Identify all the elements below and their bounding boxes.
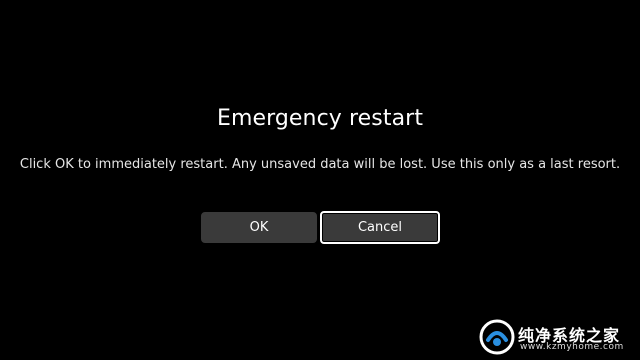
watermark: 纯净系统之家 www.kzmyhome.com (478, 318, 634, 356)
emergency-restart-dialog: Emergency restart Click OK to immediatel… (0, 0, 640, 360)
ok-button[interactable]: OK (201, 212, 317, 243)
emergency-restart-screen: Emergency restart Click OK to immediatel… (0, 0, 640, 360)
dialog-title: Emergency restart (216, 106, 424, 131)
cancel-button-label: Cancel (357, 220, 403, 235)
brand-logo-icon (479, 319, 515, 355)
ok-button-label: OK (249, 220, 269, 235)
cancel-button[interactable]: Cancel (320, 211, 440, 244)
watermark-url-text: www.kzmyhome.com (520, 342, 624, 352)
dialog-message: Click OK to immediately restart. Any uns… (19, 157, 621, 172)
